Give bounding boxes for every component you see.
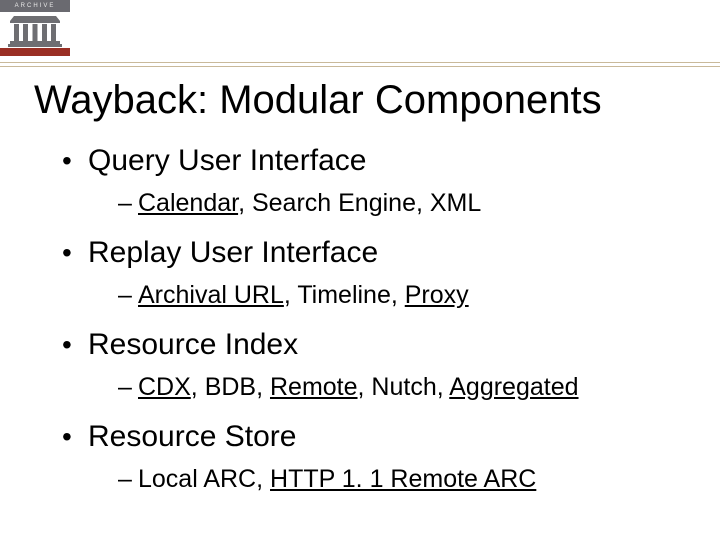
- sub-list: Archival URL, Timeline, Proxy: [88, 276, 678, 314]
- slide-title: Wayback: Modular Components: [34, 78, 602, 123]
- sub-list: Local ARC, HTTP 1. 1 Remote ARC: [88, 460, 678, 498]
- archive-logo-icon: [0, 12, 70, 48]
- bullet-item: Resource Store Local ARC, HTTP 1. 1 Remo…: [58, 414, 678, 498]
- divider: [0, 66, 720, 67]
- divider: [0, 62, 720, 63]
- sub-item: Archival URL, Timeline, Proxy: [118, 276, 678, 314]
- archive-logo: ARCHIVE: [0, 0, 70, 55]
- bullet-label: Replay User Interface: [88, 236, 378, 269]
- bullet-item: Resource Index CDX, BDB, Remote, Nutch, …: [58, 322, 678, 406]
- slide: ARCHIVE: [0, 0, 720, 540]
- sub-list: Calendar, Search Engine, XML: [88, 184, 678, 222]
- sub-list: CDX, BDB, Remote, Nutch, Aggregated: [88, 368, 678, 406]
- archive-logo-label: ARCHIVE: [0, 0, 70, 12]
- bullet-label: Query User Interface: [88, 144, 366, 177]
- bullet-label: Resource Index: [88, 328, 298, 361]
- header-strip: ARCHIVE: [0, 0, 720, 70]
- bullet-label: Resource Store: [88, 420, 296, 453]
- archive-logo-bar: [0, 48, 70, 56]
- sub-item: Calendar, Search Engine, XML: [118, 184, 678, 222]
- bullet-item: Replay User Interface Archival URL, Time…: [58, 230, 678, 314]
- bullet-list: Query User Interface Calendar, Search En…: [58, 138, 678, 506]
- sub-item: CDX, BDB, Remote, Nutch, Aggregated: [118, 368, 678, 406]
- sub-item: Local ARC, HTTP 1. 1 Remote ARC: [118, 460, 678, 498]
- bullet-item: Query User Interface Calendar, Search En…: [58, 138, 678, 222]
